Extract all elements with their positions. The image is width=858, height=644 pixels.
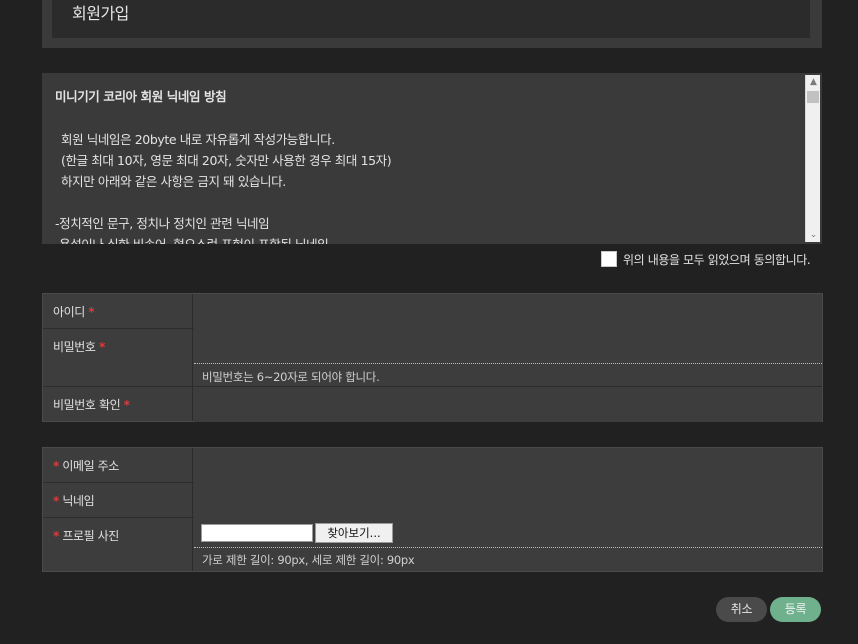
signup-page: 회원가입 미니기기 코리아 회원 닉네임 방침 회원 닉네임은 20byte 내… bbox=[0, 0, 858, 644]
terms-line: 하지만 아래와 같은 사항은 금지 돼 있습니다. bbox=[61, 174, 286, 189]
required-mark: * bbox=[53, 529, 59, 543]
dotted-divider bbox=[194, 363, 822, 364]
nickname-input[interactable] bbox=[194, 483, 822, 518]
required-mark: * bbox=[53, 459, 59, 473]
photo-label: 프로필 사진 bbox=[62, 529, 119, 543]
password-hint: 비밀번호는 6~20자로 되어야 합니다. bbox=[202, 370, 380, 384]
required-mark: * bbox=[123, 398, 130, 412]
password-label: 비밀번호 bbox=[53, 340, 96, 354]
password-row: 비밀번호 * 비밀번호는 6~20자로 되어야 합니다. bbox=[43, 329, 822, 387]
id-label-cell: 아이디 * bbox=[43, 294, 193, 328]
page-title: 회원가입 bbox=[72, 4, 129, 23]
scroll-up-icon[interactable]: ▲ bbox=[806, 75, 821, 89]
email-row: * 이메일 주소 bbox=[43, 448, 822, 483]
email-label: 이메일 주소 bbox=[62, 459, 119, 473]
id-input[interactable] bbox=[194, 294, 822, 329]
password-confirm-row: 비밀번호 확인 * bbox=[43, 387, 822, 422]
terms-content: 미니기기 코리아 회원 닉네임 방침 회원 닉네임은 20byte 내로 자유롭… bbox=[55, 87, 800, 244]
submit-button[interactable]: 등록 bbox=[770, 597, 821, 622]
account-form: 아이디 * 비밀번호 * 비밀번호는 6~20자로 되어야 합니다. 비밀번호 … bbox=[42, 293, 823, 422]
id-label: 아이디 bbox=[53, 305, 85, 319]
nickname-label: 닉네임 bbox=[62, 494, 95, 508]
nickname-label-cell: * 닉네임 bbox=[43, 483, 193, 517]
file-path-input[interactable] bbox=[201, 524, 313, 542]
email-label-cell: * 이메일 주소 bbox=[43, 448, 193, 482]
password-label-cell: 비밀번호 * bbox=[43, 329, 193, 386]
id-row: 아이디 * bbox=[43, 294, 822, 329]
agree-label[interactable]: 위의 내용을 모두 읽었으며 동의합니다. bbox=[623, 251, 811, 268]
terms-scrollbar[interactable]: ▲ ⌄ bbox=[805, 75, 820, 242]
email-input[interactable] bbox=[194, 448, 822, 483]
terms-line: 회원 닉네임은 20byte 내로 자유롭게 작성가능합니다. bbox=[61, 132, 335, 147]
profile-form: * 이메일 주소 * 닉네임 * 프로필 사진 찾아보기... 가로 제한 길이… bbox=[42, 447, 823, 572]
terms-line: -정치적인 문구, 정치나 정치인 관련 닉네임 bbox=[55, 216, 270, 231]
terms-box[interactable]: 미니기기 코리아 회원 닉네임 방침 회원 닉네임은 20byte 내로 자유롭… bbox=[42, 73, 822, 244]
photo-hint: 가로 제한 길이: 90px, 세로 제한 길이: 90px bbox=[202, 553, 415, 567]
photo-label-cell: * 프로필 사진 bbox=[43, 518, 193, 571]
nickname-row: * 닉네임 bbox=[43, 483, 822, 518]
terms-line: (한글 최대 10자, 영문 최대 20자, 숫자만 사용한 경우 최대 15자… bbox=[61, 153, 392, 168]
photo-row: * 프로필 사진 찾아보기... 가로 제한 길이: 90px, 세로 제한 길… bbox=[43, 518, 822, 571]
dotted-divider bbox=[194, 547, 822, 548]
scroll-down-icon[interactable]: ⌄ bbox=[806, 228, 821, 242]
password-confirm-label-cell: 비밀번호 확인 * bbox=[43, 387, 193, 421]
terms-line: -욕설이나 심한 비속어, 혐오스런 표현이 포함된 닉네임 bbox=[55, 234, 800, 244]
agree-checkbox[interactable] bbox=[601, 251, 617, 267]
password-confirm-input[interactable] bbox=[194, 387, 822, 422]
terms-title: 미니기기 코리아 회원 닉네임 방침 bbox=[55, 89, 227, 104]
cancel-button[interactable]: 취소 bbox=[716, 597, 767, 622]
agree-row: 위의 내용을 모두 읽었으며 동의합니다. bbox=[601, 251, 811, 268]
password-input[interactable] bbox=[194, 329, 822, 364]
required-mark: * bbox=[53, 494, 59, 508]
browse-file-button[interactable]: 찾아보기... bbox=[315, 523, 393, 543]
scroll-thumb[interactable] bbox=[807, 91, 819, 103]
header-panel bbox=[52, 0, 810, 38]
password-confirm-label: 비밀번호 확인 bbox=[53, 398, 121, 412]
required-mark: * bbox=[88, 305, 95, 319]
required-mark: * bbox=[98, 340, 105, 354]
